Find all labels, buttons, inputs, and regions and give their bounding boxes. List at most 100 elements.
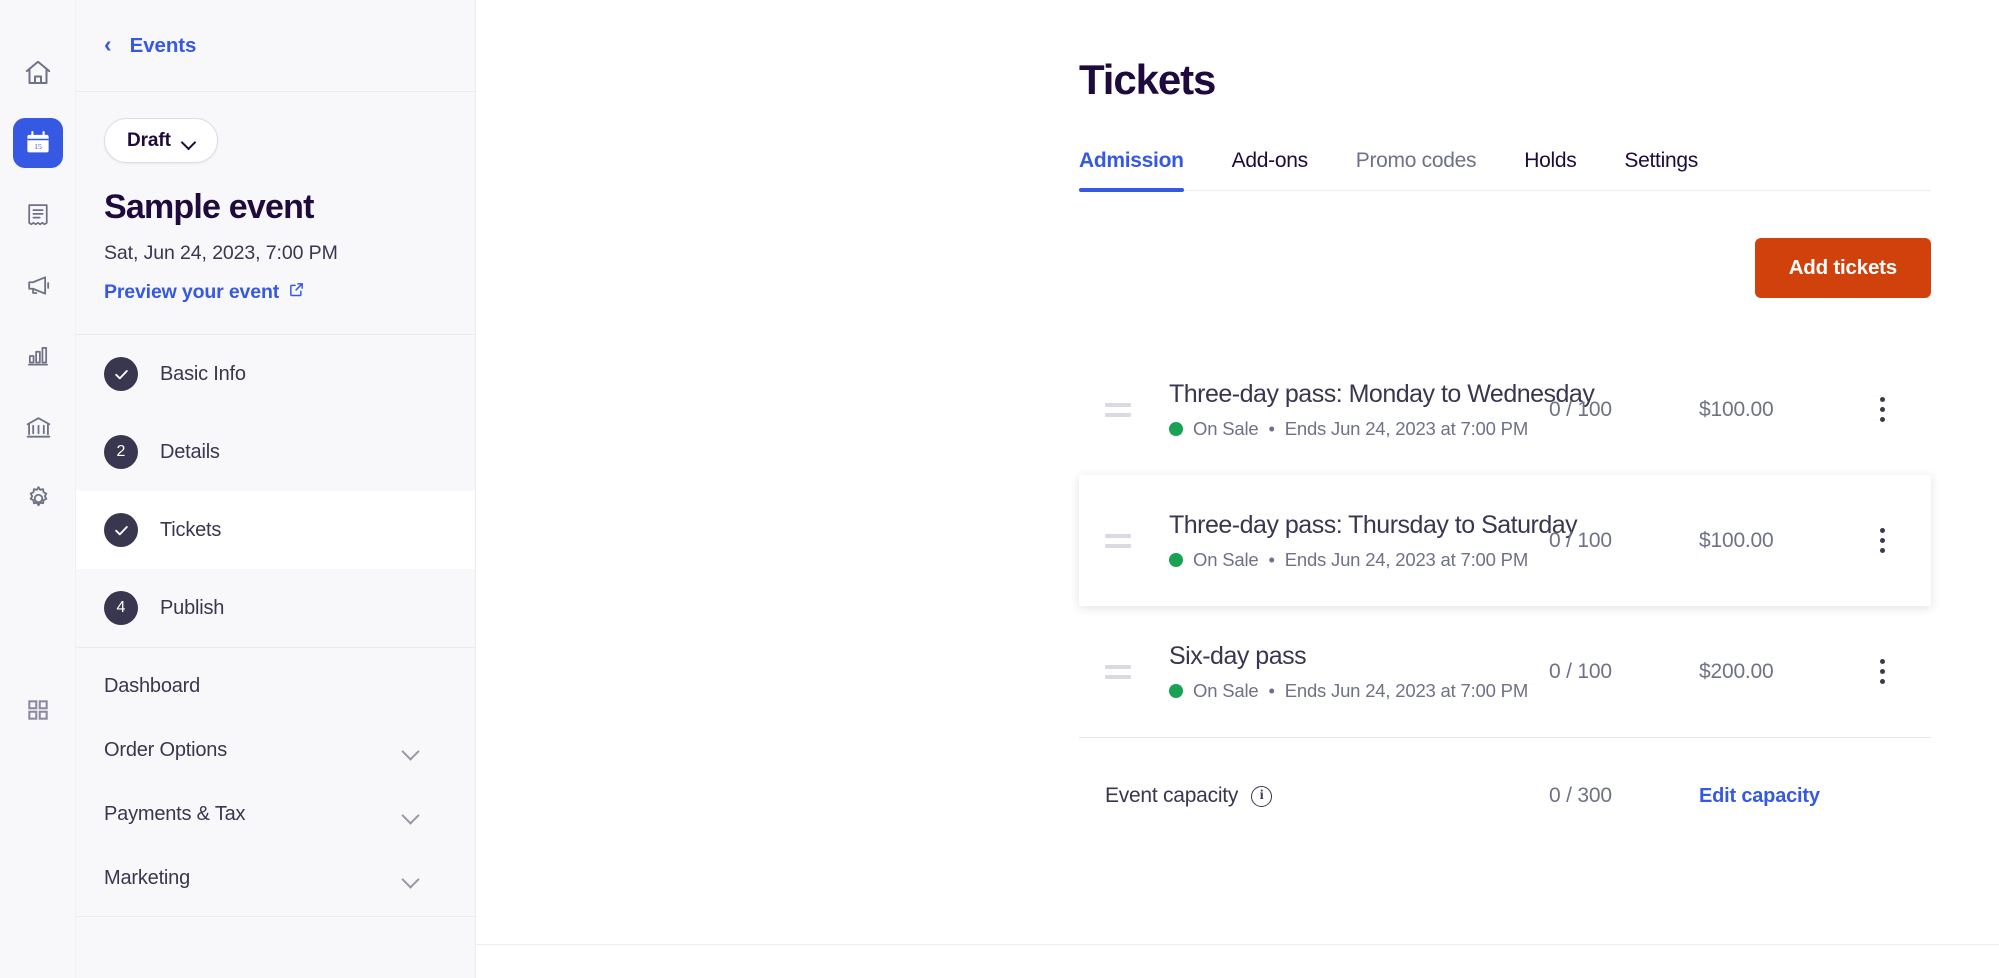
status-dot-icon bbox=[1169, 422, 1183, 436]
event-capacity-row: Event capacity i 0 / 300 Edit capacity bbox=[1079, 738, 1931, 854]
gear-icon[interactable] bbox=[13, 473, 63, 523]
ticket-quantity: 0 / 100 bbox=[1549, 398, 1699, 422]
ticket-price: $100.00 bbox=[1699, 529, 1859, 553]
table-row[interactable]: Six-day pass On Sale • Ends Jun 24, 2023… bbox=[1079, 606, 1931, 737]
chevron-down-icon bbox=[402, 873, 419, 883]
sidebar-item-dashboard[interactable]: Dashboard bbox=[76, 654, 475, 718]
drag-handle-icon[interactable] bbox=[1105, 665, 1131, 679]
svg-text:15: 15 bbox=[34, 142, 42, 151]
status-dot-icon bbox=[1169, 684, 1183, 698]
back-label: Events bbox=[130, 34, 197, 58]
meta-separator: • bbox=[1268, 549, 1274, 571]
sidebar-item-marketing[interactable]: Marketing bbox=[76, 846, 475, 910]
ticket-quantity: 0 / 100 bbox=[1549, 529, 1699, 553]
drag-handle-icon[interactable] bbox=[1105, 534, 1131, 548]
ticket-end-date: Ends Jun 24, 2023 at 7:00 PM bbox=[1285, 549, 1528, 571]
tab-add-ons[interactable]: Add-ons bbox=[1232, 149, 1308, 190]
event-status-value: Draft bbox=[127, 130, 171, 152]
row-more-actions-button[interactable] bbox=[1859, 397, 1905, 422]
home-icon[interactable] bbox=[13, 48, 63, 98]
step-number: 2 bbox=[104, 435, 138, 469]
sidebar-item-label: Dashboard bbox=[104, 675, 200, 698]
event-date: Sat, Jun 24, 2023, 7:00 PM bbox=[104, 242, 447, 265]
megaphone-icon[interactable] bbox=[13, 260, 63, 310]
step-number: 4 bbox=[104, 591, 138, 625]
receipt-icon[interactable] bbox=[13, 190, 63, 240]
ticket-name: Three-day pass: Monday to Wednesday bbox=[1169, 380, 1549, 409]
preview-event-label: Preview your event bbox=[104, 281, 279, 304]
calendar-icon[interactable]: 15 bbox=[13, 118, 63, 168]
event-capacity-label-group: Event capacity i bbox=[1105, 784, 1549, 808]
sidebar-item-basic-info[interactable]: Basic Info bbox=[76, 335, 475, 413]
tickets-tabbar: Admission Add-ons Promo codes Holds Sett… bbox=[1079, 149, 1931, 191]
toolbar: Add tickets bbox=[476, 238, 1931, 298]
sidebar-item-tickets[interactable]: Tickets bbox=[76, 491, 475, 569]
step-complete-check-icon bbox=[104, 513, 138, 547]
tickets-heading: Tickets bbox=[1079, 56, 1999, 104]
ticket-quantity: 0 / 100 bbox=[1549, 660, 1699, 684]
page-title: Sample event bbox=[104, 189, 447, 226]
event-steps: Basic Info 2 Details Tickets 4 Publish bbox=[76, 335, 475, 648]
ticket-end-date: Ends Jun 24, 2023 at 7:00 PM bbox=[1285, 418, 1528, 440]
edit-capacity-link[interactable]: Edit capacity bbox=[1699, 785, 1905, 808]
row-more-actions-button[interactable] bbox=[1859, 659, 1905, 684]
sidebar-item-label: Publish bbox=[160, 597, 224, 620]
tab-holds[interactable]: Holds bbox=[1524, 149, 1576, 190]
tab-promo-codes[interactable]: Promo codes bbox=[1356, 149, 1476, 190]
meta-separator: • bbox=[1268, 418, 1274, 440]
sidebar-item-label: Basic Info bbox=[160, 363, 246, 386]
sidebar-item-label: Tickets bbox=[160, 519, 221, 542]
ticket-info: Three-day pass: Monday to Wednesday On S… bbox=[1169, 380, 1549, 440]
table-row[interactable]: Three-day pass: Thursday to Saturday On … bbox=[1079, 475, 1931, 606]
info-icon[interactable]: i bbox=[1251, 786, 1272, 807]
sidebar-item-publish[interactable]: 4 Publish bbox=[76, 569, 475, 647]
event-summary: Draft Sample event Sat, Jun 24, 2023, 7:… bbox=[76, 92, 475, 335]
footer-divider bbox=[476, 944, 1999, 945]
table-row[interactable]: Three-day pass: Monday to Wednesday On S… bbox=[1079, 344, 1931, 475]
ticket-status: On Sale bbox=[1193, 549, 1258, 571]
status-dot-icon bbox=[1169, 553, 1183, 567]
row-more-actions-button[interactable] bbox=[1859, 528, 1905, 553]
back-to-events-link[interactable]: ‹ Events bbox=[76, 0, 475, 92]
chevron-left-icon: ‹ bbox=[104, 33, 112, 56]
ticket-name: Six-day pass bbox=[1169, 642, 1549, 671]
add-tickets-button[interactable]: Add tickets bbox=[1755, 238, 1931, 298]
global-nav-rail: 15 bbox=[0, 0, 76, 978]
chevron-down-icon bbox=[402, 809, 419, 819]
sidebar-item-label: Details bbox=[160, 441, 220, 464]
sidebar-item-label: Marketing bbox=[104, 867, 190, 890]
tickets-list: Three-day pass: Monday to Wednesday On S… bbox=[1079, 344, 1931, 854]
external-link-icon bbox=[288, 281, 305, 304]
apps-grid-icon[interactable] bbox=[13, 685, 63, 735]
step-complete-check-icon bbox=[104, 357, 138, 391]
tab-settings[interactable]: Settings bbox=[1624, 149, 1697, 190]
chevron-down-icon bbox=[402, 745, 419, 755]
event-status-dropdown[interactable]: Draft bbox=[104, 118, 218, 163]
ticket-meta: On Sale • Ends Jun 24, 2023 at 7:00 PM bbox=[1169, 418, 1549, 440]
ticket-price: $200.00 bbox=[1699, 660, 1859, 684]
chevron-down-icon bbox=[182, 137, 195, 145]
sidebar-item-label: Order Options bbox=[104, 739, 227, 762]
main-content: Tickets Admission Add-ons Promo codes Ho… bbox=[476, 0, 1999, 978]
sidebar-item-label: Payments & Tax bbox=[104, 803, 245, 826]
bank-icon[interactable] bbox=[13, 402, 63, 452]
bar-chart-icon[interactable] bbox=[13, 331, 63, 381]
ticket-info: Six-day pass On Sale • Ends Jun 24, 2023… bbox=[1169, 642, 1549, 702]
drag-handle-icon[interactable] bbox=[1105, 403, 1131, 417]
sidebar-item-payments-tax[interactable]: Payments & Tax bbox=[76, 782, 475, 846]
meta-separator: • bbox=[1268, 680, 1274, 702]
app-root: 15 bbox=[0, 0, 1999, 978]
ticket-meta: On Sale • Ends Jun 24, 2023 at 7:00 PM bbox=[1169, 549, 1549, 571]
preview-event-link[interactable]: Preview your event bbox=[104, 281, 305, 304]
ticket-meta: On Sale • Ends Jun 24, 2023 at 7:00 PM bbox=[1169, 680, 1549, 702]
sidebar-nav-section: Dashboard Order Options Payments & Tax M… bbox=[76, 648, 475, 917]
ticket-status: On Sale bbox=[1193, 680, 1258, 702]
ticket-status: On Sale bbox=[1193, 418, 1258, 440]
ticket-end-date: Ends Jun 24, 2023 at 7:00 PM bbox=[1285, 680, 1528, 702]
sidebar-item-order-options[interactable]: Order Options bbox=[76, 718, 475, 782]
event-sidebar: ‹ Events Draft Sample event Sat, Jun 24,… bbox=[76, 0, 476, 978]
tab-admission[interactable]: Admission bbox=[1079, 149, 1184, 190]
sidebar-item-details[interactable]: 2 Details bbox=[76, 413, 475, 491]
ticket-name: Three-day pass: Thursday to Saturday bbox=[1169, 511, 1549, 540]
event-capacity-label: Event capacity bbox=[1105, 784, 1238, 808]
